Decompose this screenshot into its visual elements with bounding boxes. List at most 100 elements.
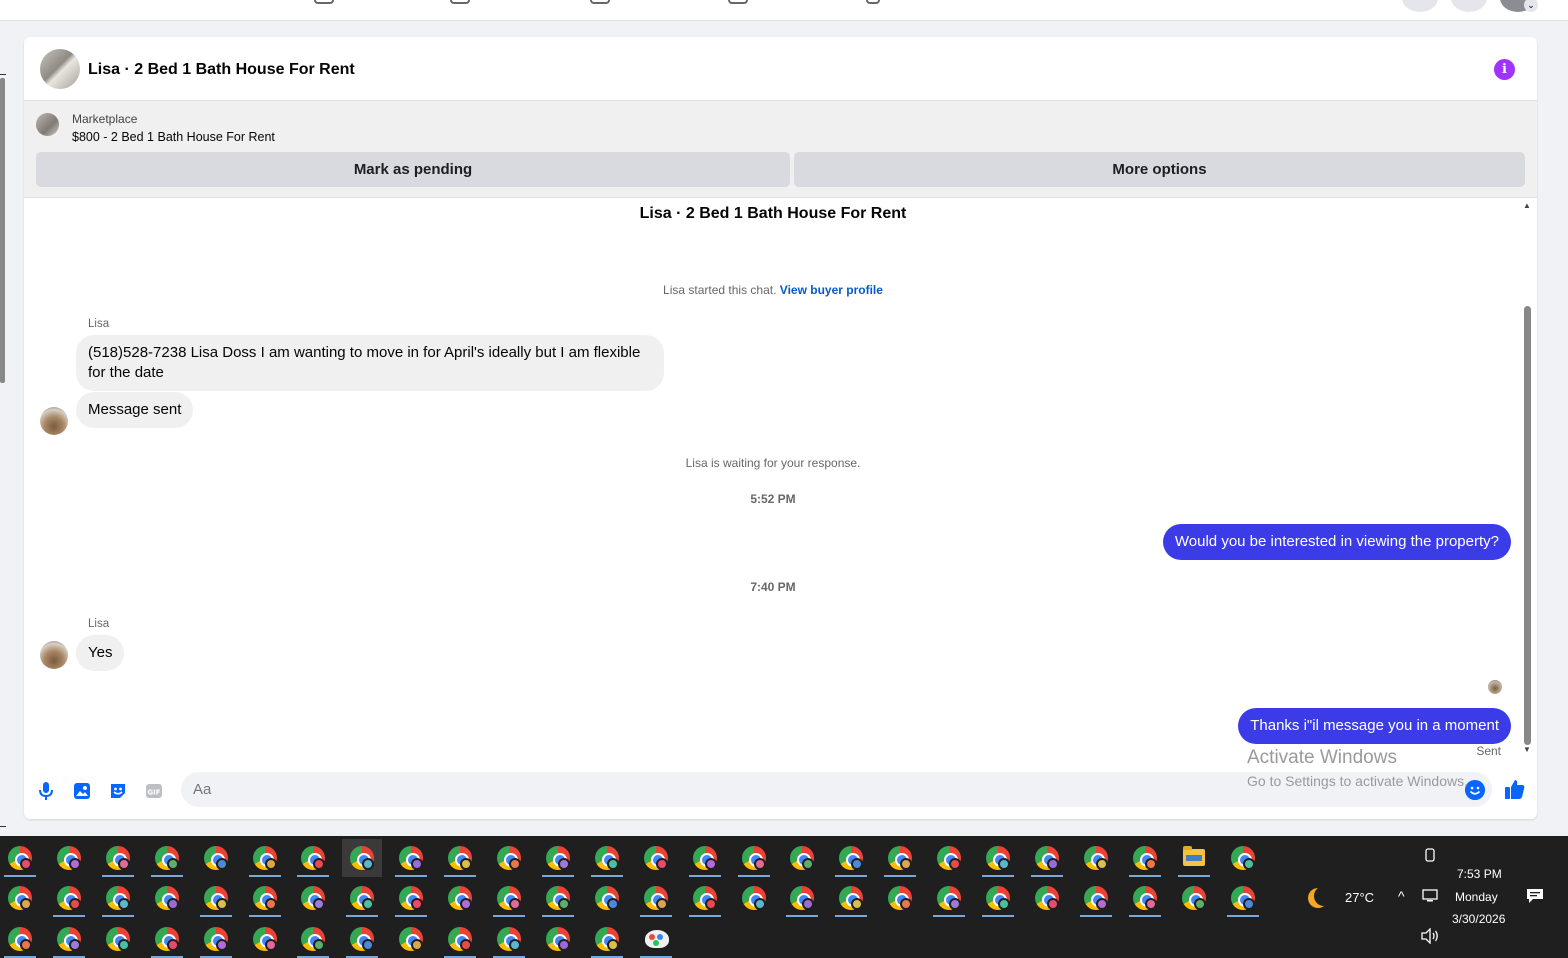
chrome-profile-taskbar-icon[interactable] — [391, 879, 431, 917]
chrome-profile-taskbar-icon[interactable] — [978, 839, 1018, 877]
chrome-profile-taskbar-icon[interactable] — [880, 879, 920, 917]
sender-avatar[interactable] — [40, 407, 68, 435]
chrome-profile-taskbar-icon[interactable] — [1076, 839, 1116, 877]
paint-taskbar-icon[interactable] — [636, 920, 676, 958]
outgoing-message[interactable]: Thanks i"il message you in a moment — [1238, 708, 1511, 744]
chrome-profile-taskbar-icon[interactable] — [196, 920, 236, 958]
chrome-profile-taskbar-icon[interactable] — [1125, 879, 1165, 917]
chrome-profile-taskbar-icon[interactable] — [196, 879, 236, 917]
chrome-profile-taskbar-icon[interactable] — [734, 879, 774, 917]
listing-avatar[interactable] — [40, 49, 80, 89]
chrome-profile-taskbar-icon[interactable] — [1076, 879, 1116, 917]
chrome-profile-taskbar-icon[interactable] — [782, 879, 822, 917]
chrome-profile-taskbar-icon[interactable] — [1027, 839, 1067, 877]
chrome-profile-taskbar-icon[interactable] — [98, 920, 138, 958]
outgoing-message[interactable]: Would you be interested in viewing the p… — [1162, 524, 1511, 560]
chrome-profile-taskbar-icon[interactable] — [1223, 879, 1263, 917]
chrome-profile-taskbar-icon[interactable] — [342, 839, 383, 877]
chrome-profile-taskbar-icon[interactable] — [293, 879, 333, 917]
scroll-down-icon[interactable]: ▼ — [1523, 746, 1531, 754]
chrome-profile-taskbar-icon[interactable] — [831, 839, 871, 877]
chrome-profile-taskbar-icon[interactable] — [489, 920, 529, 958]
chrome-profile-taskbar-icon[interactable] — [1027, 879, 1067, 917]
chrome-profile-taskbar-icon[interactable] — [293, 839, 333, 877]
chrome-profile-taskbar-icon[interactable] — [636, 839, 676, 877]
chrome-profile-taskbar-icon[interactable] — [98, 839, 138, 877]
microphone-icon[interactable] — [36, 781, 56, 801]
chrome-profile-taskbar-icon[interactable] — [49, 839, 89, 877]
chrome-profile-taskbar-icon[interactable] — [49, 920, 89, 958]
chrome-profile-taskbar-icon[interactable] — [1174, 879, 1214, 917]
chrome-profile-taskbar-icon[interactable] — [538, 879, 578, 917]
notifications-icon[interactable] — [1526, 888, 1544, 904]
chrome-profile-taskbar-icon[interactable] — [147, 839, 187, 877]
chrome-profile-taskbar-icon[interactable] — [685, 879, 725, 917]
chrome-profile-taskbar-icon[interactable] — [440, 920, 480, 958]
weather-temperature[interactable]: 27°C — [1345, 890, 1374, 905]
chrome-profile-taskbar-icon[interactable] — [489, 839, 529, 877]
show-hidden-icons-icon[interactable]: ^ — [1398, 888, 1405, 904]
chrome-profile-taskbar-icon[interactable] — [391, 920, 431, 958]
clock-day[interactable]: Monday — [1455, 890, 1498, 904]
listing-thumbnail[interactable] — [36, 113, 59, 136]
chrome-profile-taskbar-icon[interactable] — [342, 920, 382, 958]
chrome-profile-taskbar-icon[interactable] — [147, 879, 187, 917]
chrome-profile-taskbar-icon[interactable] — [587, 920, 627, 958]
chrome-profile-taskbar-icon[interactable] — [929, 879, 969, 917]
chrome-profile-taskbar-icon[interactable] — [391, 839, 431, 877]
incoming-message[interactable]: (518)528-7238 Lisa Doss I am wanting to … — [76, 335, 664, 391]
chrome-profile-taskbar-icon[interactable] — [196, 839, 236, 877]
scrollbar-thumb[interactable] — [1524, 306, 1531, 745]
incoming-message[interactable]: Message sent — [76, 392, 194, 428]
chat-title[interactable]: Lisa · 2 Bed 1 Bath House For Rent — [88, 61, 355, 79]
message-input[interactable] — [181, 772, 1492, 807]
chrome-profile-taskbar-icon[interactable] — [489, 879, 529, 917]
chrome-profile-taskbar-icon[interactable] — [587, 879, 627, 917]
groups-icon[interactable] — [728, 0, 748, 4]
chrome-profile-taskbar-icon[interactable] — [342, 879, 382, 917]
message-scrollbar[interactable]: ▲ ▼ — [1523, 202, 1531, 754]
moon-weather-icon[interactable] — [1314, 886, 1334, 906]
gaming-icon[interactable] — [866, 0, 880, 4]
emoji-icon[interactable] — [1465, 780, 1485, 800]
chrome-profile-taskbar-icon[interactable] — [245, 920, 285, 958]
chrome-profile-taskbar-icon[interactable] — [293, 920, 333, 958]
scroll-down-arrow[interactable] — [0, 826, 6, 827]
account-avatar[interactable]: ⌄ — [1500, 0, 1538, 12]
chrome-profile-taskbar-icon[interactable] — [636, 879, 676, 917]
sender-avatar[interactable] — [40, 641, 68, 669]
volume-icon[interactable] — [1420, 928, 1440, 944]
mark-as-pending-button[interactable]: Mark as pending — [36, 152, 790, 187]
clock-date[interactable]: 3/30/2026 — [1452, 912, 1505, 926]
more-options-button[interactable]: More options — [794, 152, 1525, 187]
chrome-profile-taskbar-icon[interactable] — [685, 839, 725, 877]
chrome-profile-taskbar-icon[interactable] — [587, 839, 627, 877]
chrome-profile-taskbar-icon[interactable] — [782, 839, 822, 877]
video-icon[interactable] — [450, 0, 470, 4]
chrome-profile-taskbar-icon[interactable] — [440, 879, 480, 917]
chrome-profile-taskbar-icon[interactable] — [538, 920, 578, 958]
file-explorer-taskbar-icon[interactable] — [1174, 839, 1214, 877]
scroll-up-arrow[interactable] — [0, 74, 6, 75]
home-icon[interactable] — [314, 0, 334, 4]
like-icon[interactable] — [1504, 778, 1526, 800]
page-scrollbar[interactable] — [0, 78, 5, 383]
chrome-profile-taskbar-icon[interactable] — [440, 839, 480, 877]
chrome-profile-taskbar-icon[interactable] — [538, 839, 578, 877]
chrome-profile-taskbar-icon[interactable] — [880, 839, 920, 877]
photo-icon[interactable] — [72, 781, 92, 801]
view-buyer-profile-link[interactable]: View buyer profile — [780, 283, 883, 297]
clock-time[interactable]: 7:53 PM — [1457, 867, 1502, 881]
chrome-profile-taskbar-icon[interactable] — [0, 839, 40, 877]
device-icon[interactable] — [1423, 848, 1437, 864]
chrome-profile-taskbar-icon[interactable] — [978, 879, 1018, 917]
marketplace-icon[interactable] — [590, 0, 610, 4]
gif-icon[interactable]: GIF — [144, 781, 164, 801]
chrome-profile-taskbar-icon[interactable] — [147, 920, 187, 958]
chrome-profile-taskbar-icon[interactable] — [1125, 839, 1165, 877]
chrome-profile-taskbar-icon[interactable] — [1223, 839, 1263, 877]
network-icon[interactable] — [1422, 889, 1440, 903]
incoming-message[interactable]: Yes — [76, 635, 125, 671]
menu-grid-icon[interactable] — [1402, 0, 1438, 12]
chrome-profile-taskbar-icon[interactable] — [0, 920, 40, 958]
